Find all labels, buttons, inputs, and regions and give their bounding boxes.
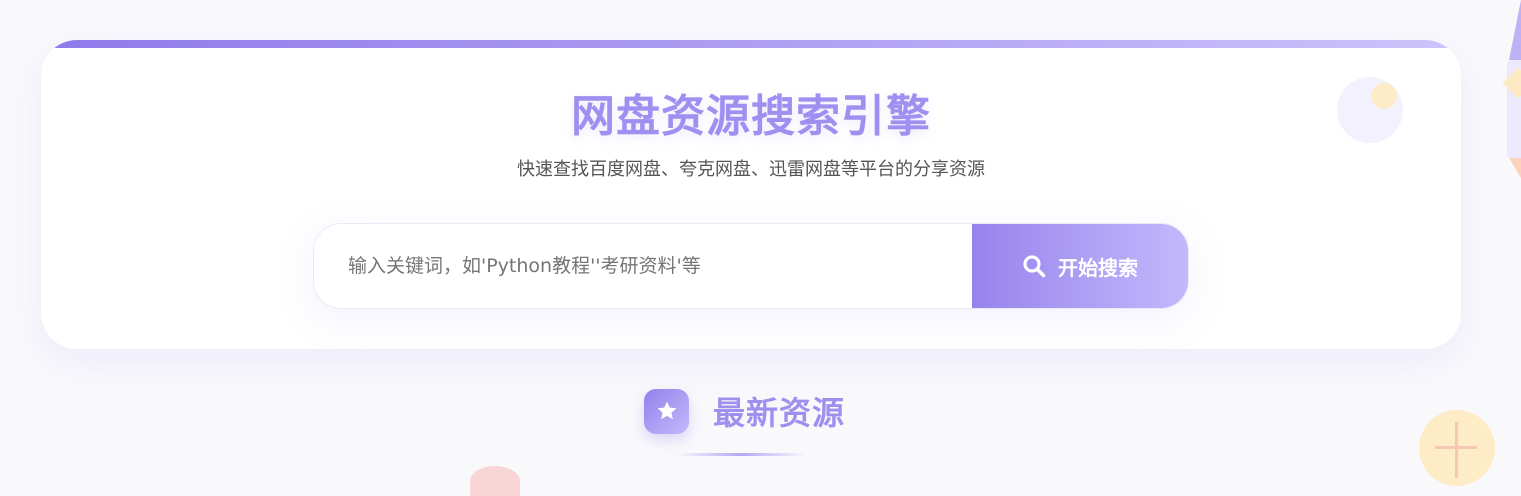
page-title: 网盘资源搜索引擎	[571, 91, 931, 142]
search-input[interactable]	[314, 224, 971, 308]
search-button[interactable]: 开始搜索	[972, 224, 1188, 308]
search-box: 开始搜索	[313, 223, 1189, 309]
decorative-orange-triangle	[1509, 158, 1521, 178]
star-icon	[644, 388, 689, 434]
card-gradient-bar	[41, 40, 1461, 48]
search-button-label: 开始搜索	[1058, 255, 1138, 280]
search-icon	[1022, 254, 1046, 278]
section-underline	[676, 453, 806, 456]
section-title: 最新资源	[713, 394, 846, 432]
decorative-plus-circle	[1419, 410, 1495, 486]
latest-resources-header: 最新资源	[644, 388, 845, 434]
decorative-triangle	[1509, 0, 1521, 60]
page-subtitle: 快速查找百度网盘、夸克网盘、迅雷网盘等平台的分享资源	[517, 159, 985, 180]
hero-search-card: 网盘资源搜索引擎 快速查找百度网盘、夸克网盘、迅雷网盘等平台的分享资源 开始搜索	[41, 40, 1461, 349]
